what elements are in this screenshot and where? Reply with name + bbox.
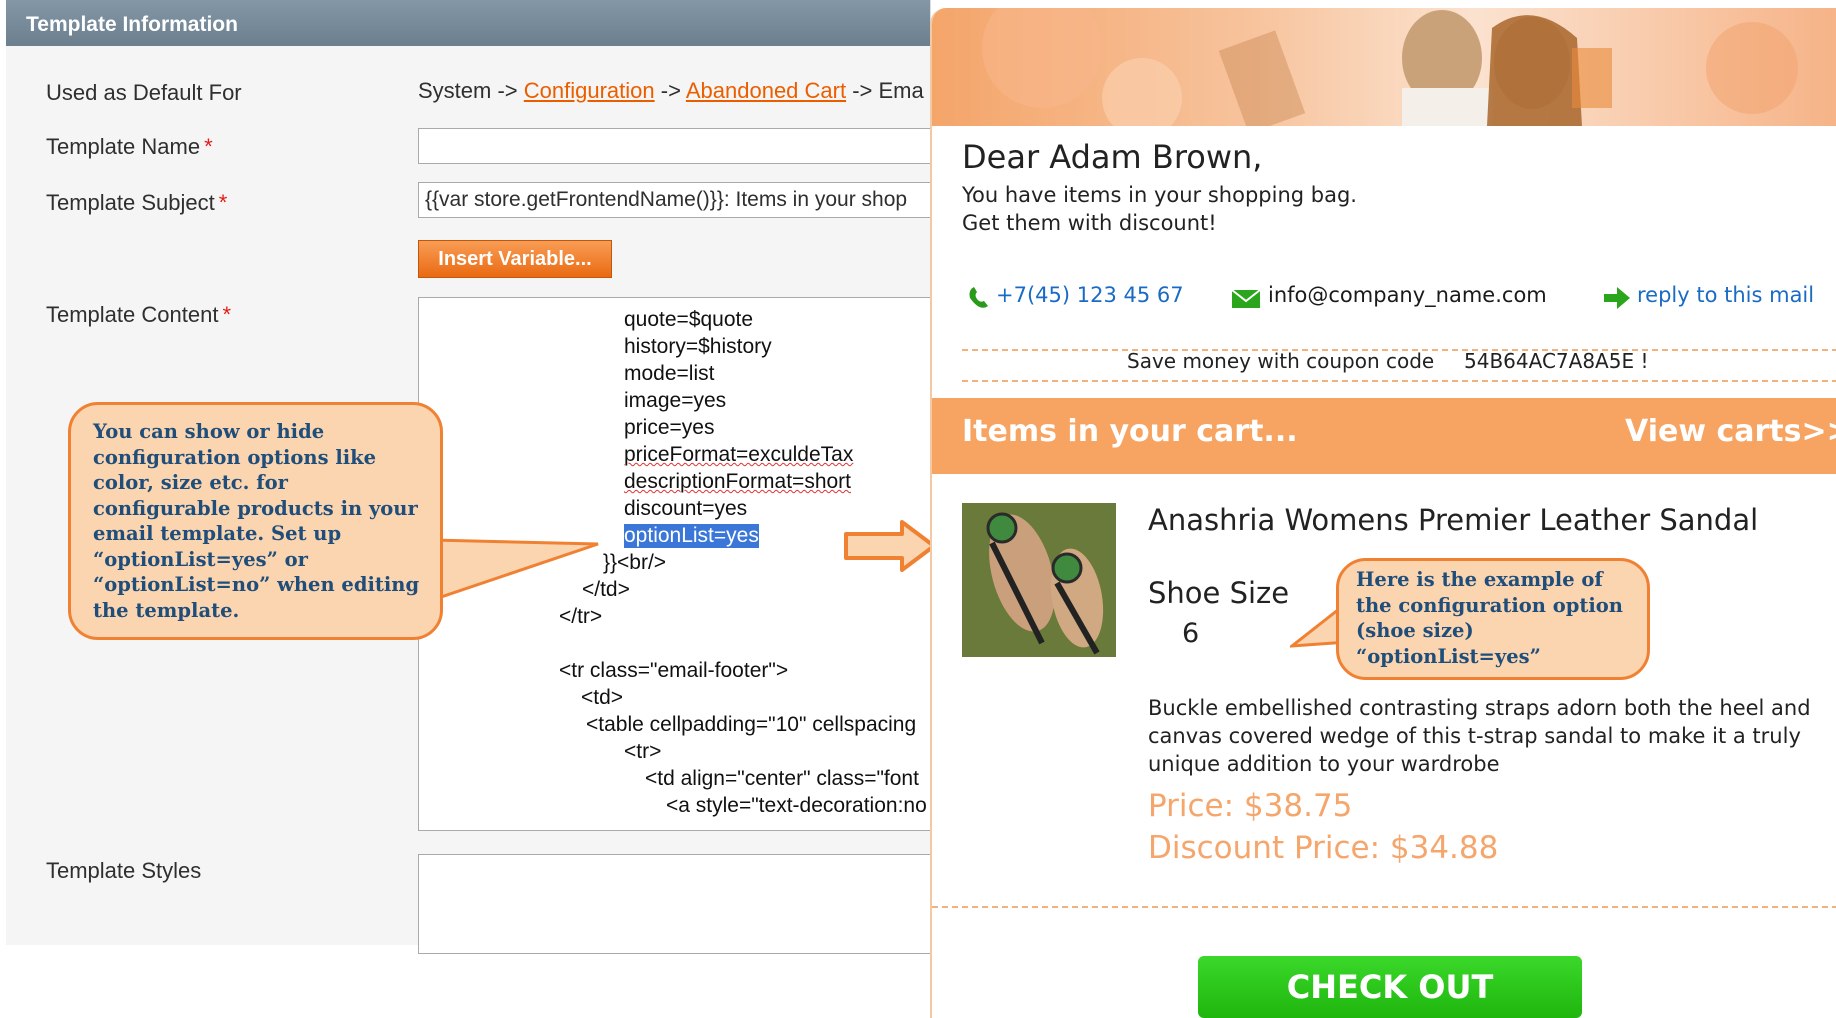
path-suffix: -> Ema	[852, 78, 924, 103]
product-name: Anashria Womens Premier Leather Sandal	[1148, 503, 1759, 537]
path-separator: ->	[660, 78, 681, 103]
callout-left: You can show or hide configuration optio…	[68, 402, 443, 640]
shopping-banner-image	[932, 8, 1836, 126]
code-line: <tr>	[624, 740, 662, 763]
email-intro-line: You have items in your shopping bag.	[962, 183, 1357, 207]
template-subject-label: Template Subject *	[46, 190, 228, 215]
email-intro-line: Get them with discount!	[962, 211, 1217, 235]
template-content-label: Template Content *	[46, 302, 231, 327]
code-line: }}<br/>	[603, 551, 667, 574]
view-carts-link[interactable]: View carts>>	[1625, 414, 1836, 449]
dashed-divider	[932, 906, 1836, 908]
email-greeting: Dear Adam Brown,	[962, 138, 1263, 176]
option-value: 6	[1182, 618, 1200, 649]
phone-icon	[969, 287, 988, 308]
callout-right: Here is the example of the configuration…	[1336, 558, 1650, 680]
cart-bar: Items in your cart... View carts>>	[932, 398, 1836, 474]
code-line: <td>	[581, 686, 624, 709]
product-description-line: unique addition to your wardrobe	[1148, 752, 1500, 776]
cart-title: Items in your cart...	[962, 414, 1298, 449]
template-name-label: Template Name *	[46, 134, 213, 159]
insert-variable-button[interactable]: Insert Variable...	[418, 240, 612, 278]
panel-header: Template Information	[6, 0, 930, 46]
product-price: Price: $38.75	[1148, 788, 1353, 824]
code-line: priceFormat=exculdeTax	[624, 443, 854, 466]
coupon-text: Save money with coupon code	[1127, 349, 1435, 373]
used-default-label: Used as Default For	[46, 80, 242, 105]
code-line: price=yes	[624, 416, 715, 439]
code-line: <tr class="email-footer">	[559, 659, 789, 682]
code-line: <table cellpadding="10" cellspacing	[586, 713, 917, 736]
callout-pointer-left	[430, 538, 599, 603]
abandoned-cart-link[interactable]: Abandoned Cart	[686, 78, 846, 103]
arrow-right-icon	[844, 520, 936, 572]
product-description-line: Buckle embellished contrasting straps ad…	[1148, 696, 1811, 720]
path-prefix: System ->	[418, 78, 518, 103]
code-line: <a style="text-decoration:no	[666, 794, 927, 817]
required-mark: *	[222, 302, 231, 327]
selected-code-line: optionList=yes	[624, 524, 759, 548]
template-name-input[interactable]	[418, 128, 938, 164]
phone-number[interactable]: +7(45) 123 45 67	[996, 283, 1184, 307]
email-preview: Dear Adam Brown, You have items in your …	[930, 8, 1836, 1018]
discount-price: Discount Price: $34.88	[1148, 830, 1499, 866]
dashed-divider	[962, 380, 1836, 382]
code-line: quote=$quote	[624, 308, 754, 331]
option-label: Shoe Size	[1148, 576, 1290, 610]
product-image	[962, 503, 1116, 657]
required-mark: *	[218, 190, 228, 215]
code-line: <td align="center" class="font	[645, 767, 919, 790]
required-mark: *	[204, 134, 213, 159]
coupon-code: 54B64AC7A8A5E !	[1464, 349, 1649, 373]
code-line: descriptionFormat=short	[624, 470, 852, 493]
template-styles-textarea[interactable]	[418, 854, 938, 954]
template-subject-input[interactable]: {{var store.getFrontendName()}}: Items i…	[418, 182, 938, 218]
product-description-line: canvas covered wedge of this t-strap san…	[1148, 724, 1801, 748]
code-line: history=$history	[624, 335, 772, 358]
reply-arrow-icon	[1604, 287, 1630, 309]
contact-email[interactable]: info@company_name.com	[1268, 283, 1547, 307]
reply-link[interactable]: reply to this mail	[1637, 283, 1814, 307]
template-styles-label: Template Styles	[46, 858, 202, 883]
banner-graphic	[982, 8, 1798, 126]
used-default-path: System -> Configuration -> Abandoned Car…	[418, 78, 924, 104]
checkout-button[interactable]: CHECK OUT	[1198, 956, 1582, 1018]
code-line: mode=list	[624, 362, 715, 385]
code-line: discount=yes	[624, 497, 748, 520]
envelope-icon	[1231, 289, 1261, 308]
configuration-link[interactable]: Configuration	[524, 78, 655, 103]
code-line: image=yes	[624, 389, 727, 412]
